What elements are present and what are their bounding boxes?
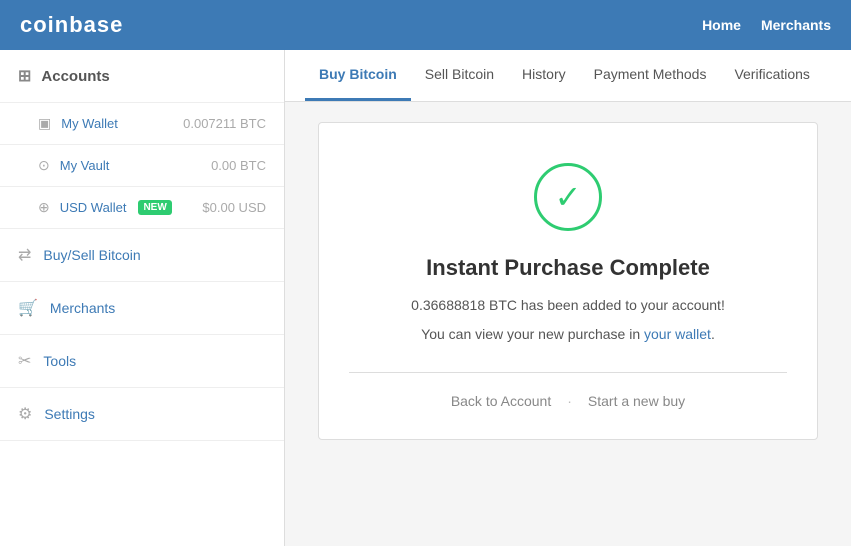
sidebar-item-settings[interactable]: ⚙ Settings (0, 388, 284, 441)
merchants-nav-link[interactable]: Merchants (761, 17, 831, 33)
sidebar-item-my-wallet[interactable]: ▣ My Wallet 0.007211 BTC (0, 103, 284, 145)
purchase-description: 0.36688818 BTC has been added to your ac… (349, 295, 787, 316)
card-container: ✓ Instant Purchase Complete 0.36688818 B… (285, 102, 851, 460)
new-badge: NEW (138, 200, 171, 215)
card-actions: Back to Account · Start a new buy (349, 393, 787, 409)
wallet-name: My Wallet (61, 116, 118, 131)
buy-sell-label: Buy/Sell Bitcoin (43, 247, 140, 263)
main-content: Buy Bitcoin Sell Bitcoin History Payment… (285, 50, 851, 546)
wallet-icon: ▣ (38, 115, 51, 132)
settings-label: Settings (44, 406, 95, 422)
purchase-wallet-text: You can view your new purchase in your w… (349, 326, 787, 342)
tab-verifications[interactable]: Verifications (720, 50, 823, 101)
tab-payment-methods[interactable]: Payment Methods (580, 50, 721, 101)
tabs-nav: Buy Bitcoin Sell Bitcoin History Payment… (285, 50, 851, 102)
usd-icon: ⊕ (38, 199, 50, 216)
action-separator: · (567, 393, 572, 409)
main-layout: ⊞ Accounts ▣ My Wallet 0.007211 BTC ⊙ My… (0, 50, 851, 546)
vault-balance: 0.00 BTC (211, 158, 266, 173)
checkmark-icon: ✓ (555, 181, 582, 213)
success-circle: ✓ (534, 163, 602, 231)
wallet-balance: 0.007211 BTC (183, 116, 266, 131)
card-divider (349, 372, 787, 373)
tab-sell-bitcoin[interactable]: Sell Bitcoin (411, 50, 508, 101)
sidebar: ⊞ Accounts ▣ My Wallet 0.007211 BTC ⊙ My… (0, 50, 285, 546)
tab-history[interactable]: History (508, 50, 580, 101)
home-nav-link[interactable]: Home (702, 17, 741, 33)
exchange-icon: ⇄ (18, 245, 31, 265)
cart-icon: 🛒 (18, 298, 38, 318)
gear-icon: ⚙ (18, 404, 32, 424)
merchants-label: Merchants (50, 300, 115, 316)
logo: coinbase (20, 12, 123, 38)
sidebar-item-tools[interactable]: ✂ Tools (0, 335, 284, 388)
sidebar-accounts-header: ⊞ Accounts (0, 50, 284, 103)
wallet-text-before: You can view your new purchase in (421, 326, 644, 342)
sidebar-item-merchants[interactable]: 🛒 Merchants (0, 282, 284, 335)
header-nav: Home Merchants (702, 17, 831, 33)
usd-wallet-name: USD Wallet (60, 200, 127, 215)
vault-name: My Vault (60, 158, 110, 173)
wallet-link[interactable]: your wallet (644, 326, 711, 342)
sidebar-item-my-vault[interactable]: ⊙ My Vault 0.00 BTC (0, 145, 284, 187)
vault-icon: ⊙ (38, 157, 50, 174)
tools-icon: ✂ (18, 351, 31, 371)
wallet-text-after: . (711, 326, 715, 342)
purchase-title: Instant Purchase Complete (349, 255, 787, 281)
back-to-account-link[interactable]: Back to Account (451, 393, 551, 409)
sidebar-accounts-label: Accounts (41, 68, 109, 85)
accounts-icon: ⊞ (18, 66, 31, 86)
sidebar-item-buy-sell[interactable]: ⇄ Buy/Sell Bitcoin (0, 229, 284, 282)
tools-label: Tools (43, 353, 76, 369)
usd-wallet-balance: $0.00 USD (202, 200, 266, 215)
tab-buy-bitcoin[interactable]: Buy Bitcoin (305, 50, 411, 101)
header: coinbase Home Merchants (0, 0, 851, 50)
purchase-complete-card: ✓ Instant Purchase Complete 0.36688818 B… (318, 122, 818, 440)
sidebar-item-usd-wallet[interactable]: ⊕ USD Wallet NEW $0.00 USD (0, 187, 284, 229)
start-new-buy-link[interactable]: Start a new buy (588, 393, 685, 409)
